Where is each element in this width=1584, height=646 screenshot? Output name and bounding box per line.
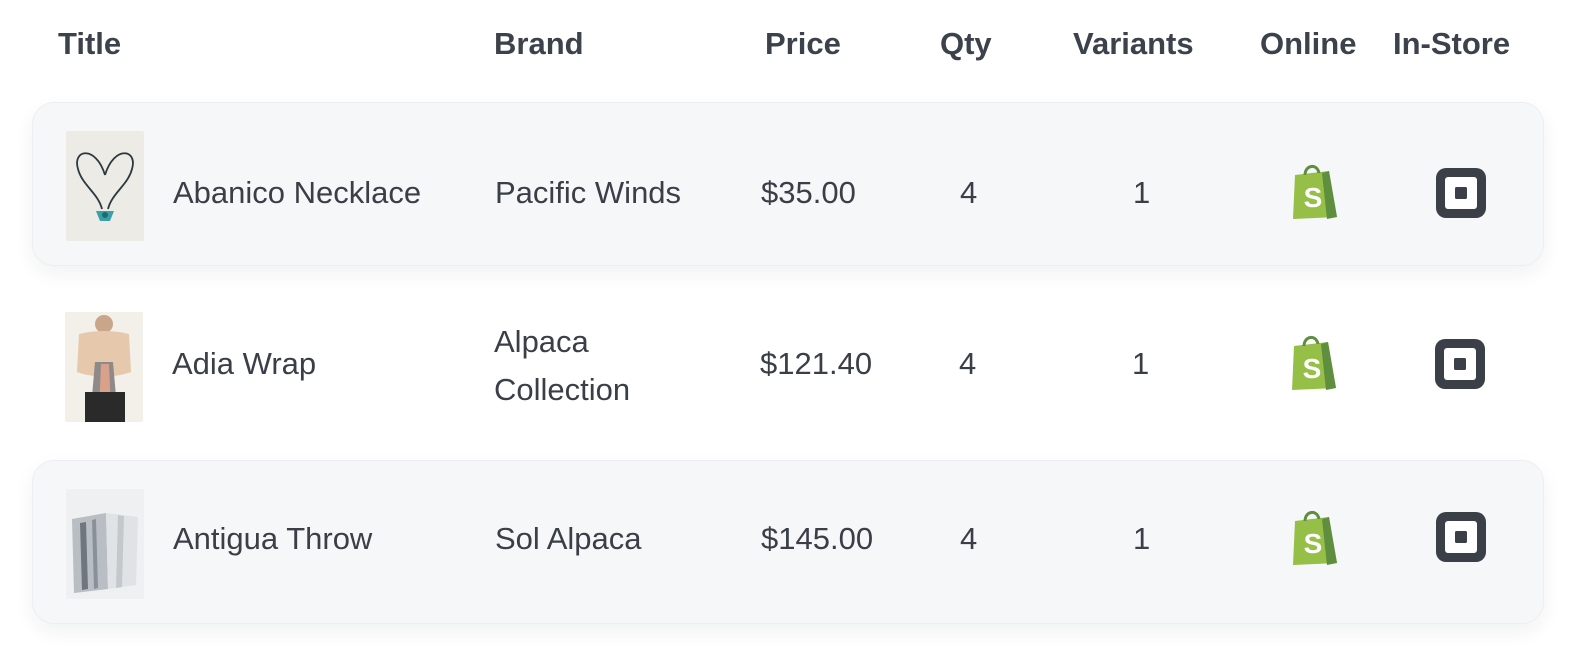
header-variants[interactable]: Variants: [1073, 20, 1194, 68]
product-brand: Alpaca Collection: [494, 324, 631, 407]
svg-text:S: S: [1303, 353, 1322, 384]
product-qty: 4: [960, 175, 978, 210]
header-title[interactable]: Title: [58, 20, 121, 68]
svg-text:S: S: [1304, 182, 1323, 213]
products-table: Title Brand Price Qty Variants Online In…: [0, 0, 1584, 646]
product-brand: Sol Alpaca: [495, 521, 642, 556]
square-pos-icon[interactable]: [1432, 336, 1488, 397]
shopify-icon[interactable]: S: [1288, 332, 1340, 397]
necklace-thumbnail[interactable]: [66, 131, 144, 241]
header-brand[interactable]: Brand: [494, 20, 584, 68]
header-instore[interactable]: In-Store: [1393, 20, 1510, 68]
product-brand: Pacific Winds: [495, 175, 682, 210]
product-price: $35.00: [761, 175, 856, 210]
product-title[interactable]: Abanico Necklace: [173, 169, 421, 217]
product-variants: 1: [1133, 175, 1151, 210]
square-pos-icon[interactable]: [1433, 509, 1489, 570]
table-row[interactable]: Antigua Throw Sol Alpaca $145.00 4 1 S: [32, 460, 1544, 624]
svg-text:S: S: [1304, 528, 1323, 559]
throw-thumbnail[interactable]: [66, 489, 144, 599]
product-qty: 4: [959, 346, 977, 381]
square-pos-icon[interactable]: [1433, 165, 1489, 226]
wrap-thumbnail[interactable]: [65, 312, 143, 422]
header-qty[interactable]: Qty: [940, 20, 992, 68]
product-qty: 4: [960, 521, 978, 556]
header-online[interactable]: Online: [1260, 20, 1356, 68]
product-title[interactable]: Adia Wrap: [172, 340, 316, 388]
table-header: Title Brand Price Qty Variants Online In…: [0, 20, 1584, 68]
shopify-icon[interactable]: S: [1289, 507, 1341, 572]
table-row[interactable]: Adia Wrap Alpaca Collection $121.40 4 1 …: [32, 284, 1544, 448]
product-price: $121.40: [760, 346, 873, 381]
product-price: $145.00: [761, 521, 874, 556]
header-price[interactable]: Price: [765, 20, 841, 68]
product-title[interactable]: Antigua Throw: [173, 515, 372, 563]
product-variants: 1: [1133, 521, 1151, 556]
product-variants: 1: [1132, 346, 1150, 381]
shopify-icon[interactable]: S: [1289, 161, 1341, 226]
table-row[interactable]: Abanico Necklace Pacific Winds $35.00 4 …: [32, 102, 1544, 266]
